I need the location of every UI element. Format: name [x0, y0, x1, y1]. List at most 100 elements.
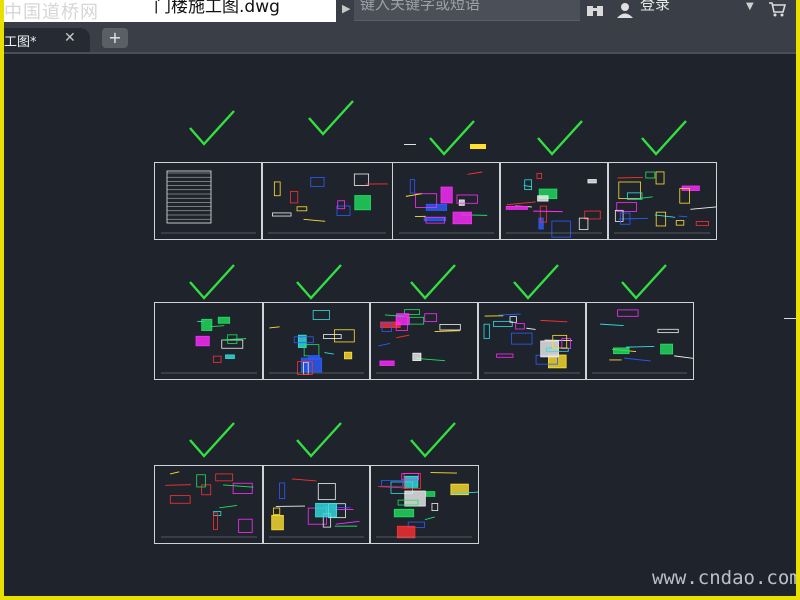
cad-entity — [655, 171, 665, 185]
drawing-sheet[interactable] — [369, 302, 479, 380]
cart-icon[interactable] — [768, 1, 786, 17]
check-mark-icon — [537, 120, 583, 156]
cad-entity — [526, 327, 536, 330]
cad-entity — [378, 486, 408, 489]
cad-entity — [232, 482, 253, 494]
file-title-area: 中国道桥网 门楼施工图.dwg — [4, 0, 336, 23]
check-stroke — [189, 110, 235, 146]
cad-entity — [404, 490, 426, 507]
cad-entity — [303, 218, 326, 222]
cad-entity — [378, 342, 391, 347]
cad-entity — [412, 352, 422, 361]
cad-entity — [506, 201, 536, 206]
cad-entity — [430, 472, 458, 474]
cad-entity — [431, 503, 439, 512]
chevron-down-icon[interactable]: ▼ — [746, 1, 754, 12]
cad-entity — [337, 200, 346, 210]
drawing-sheet[interactable] — [477, 302, 587, 380]
cad-entity — [334, 329, 355, 343]
site-watermark: www.cndao.com — [652, 567, 796, 589]
site-watermark-top: 中国道桥网 — [4, 2, 99, 23]
check-stroke — [513, 264, 559, 300]
check-stroke — [621, 264, 667, 300]
user-icon[interactable] — [616, 1, 634, 19]
cad-entity — [201, 318, 213, 331]
check-mark-icon — [189, 264, 235, 300]
check-mark-icon — [513, 264, 559, 300]
sheet-drawing-graphic — [614, 171, 716, 234]
sheet-drawing-graphic — [268, 173, 388, 234]
cad-entity — [165, 484, 191, 486]
cad-entity — [405, 193, 422, 197]
cad-entity — [600, 323, 624, 326]
drawing-sheet[interactable] — [154, 302, 264, 380]
cad-entity — [317, 483, 336, 501]
sheet-drawing-graphic — [483, 313, 580, 374]
cad-entity — [613, 347, 630, 355]
cad-entity — [336, 205, 351, 216]
drawing-sheet[interactable] — [154, 465, 264, 544]
login-button[interactable]: 登录 — [640, 0, 670, 14]
sheet-drawing-graphic — [269, 310, 364, 375]
close-icon[interactable]: ✕ — [64, 30, 76, 46]
drawing-sheet[interactable] — [499, 162, 609, 240]
cad-entity — [440, 186, 453, 204]
drawing-sheet[interactable] — [392, 162, 501, 240]
drawing-sheet[interactable] — [261, 162, 393, 240]
check-stroke — [410, 422, 456, 458]
search-field[interactable]: 键入关键字或短语 — [354, 0, 580, 21]
cad-entity — [655, 211, 667, 227]
cad-entity — [618, 181, 641, 200]
cad-entity — [393, 508, 415, 518]
search-input[interactable]: 键入关键字或短语 — [360, 0, 480, 14]
drawing-sheet[interactable] — [369, 465, 479, 544]
cad-entity — [273, 181, 281, 197]
binoculars-icon[interactable] — [586, 3, 604, 17]
cad-entity — [467, 171, 483, 175]
check-stroke — [429, 120, 475, 156]
cad-entity — [272, 212, 292, 217]
cad-entity — [217, 316, 231, 324]
cad-entity — [170, 471, 180, 475]
cad-entity — [496, 353, 514, 358]
cad-entity — [424, 516, 435, 521]
cad-entity — [212, 355, 222, 363]
sheet-drawing-graphic — [376, 309, 472, 374]
cad-entity — [524, 179, 532, 191]
drawing-sheet[interactable] — [154, 162, 263, 240]
cad-entity — [221, 339, 244, 349]
cad-entity — [675, 220, 685, 226]
tab-drawing[interactable]: 工图* ✕ — [4, 28, 90, 52]
check-stroke — [410, 264, 456, 300]
cad-entity — [423, 216, 447, 222]
check-stroke — [308, 100, 354, 136]
cad-entity — [201, 484, 212, 496]
cad-entity — [169, 495, 191, 504]
new-tab-button[interactable]: + — [102, 28, 128, 48]
cad-entity — [614, 209, 624, 222]
drawing-sheet[interactable] — [607, 162, 717, 240]
drawing-canvas[interactable]: www.cndao.com — [4, 54, 796, 596]
cad-entity — [335, 520, 360, 525]
cad-entity — [269, 326, 280, 329]
sheet-drawing-graphic — [505, 172, 602, 238]
play-arrow-icon[interactable]: ▶ — [342, 2, 350, 15]
cad-entity — [396, 334, 410, 339]
check-mark-icon — [296, 422, 342, 458]
sheet-drawing-graphic — [161, 170, 256, 234]
cad-entity — [624, 357, 651, 362]
cad-entity — [505, 205, 528, 210]
cad-entity — [290, 190, 299, 204]
drawing-sheet[interactable] — [585, 302, 694, 380]
cad-entity — [408, 316, 425, 325]
cad-entity — [645, 171, 656, 179]
cad-entity — [395, 313, 410, 326]
cad-entity — [379, 360, 395, 366]
cad-entity — [271, 514, 284, 531]
cad-entity — [674, 355, 693, 359]
drawing-sheet[interactable] — [262, 465, 371, 544]
drawing-sheet[interactable] — [262, 302, 371, 380]
cad-entity — [222, 338, 247, 341]
cad-entity — [551, 220, 571, 238]
cad-entity — [425, 491, 436, 497]
